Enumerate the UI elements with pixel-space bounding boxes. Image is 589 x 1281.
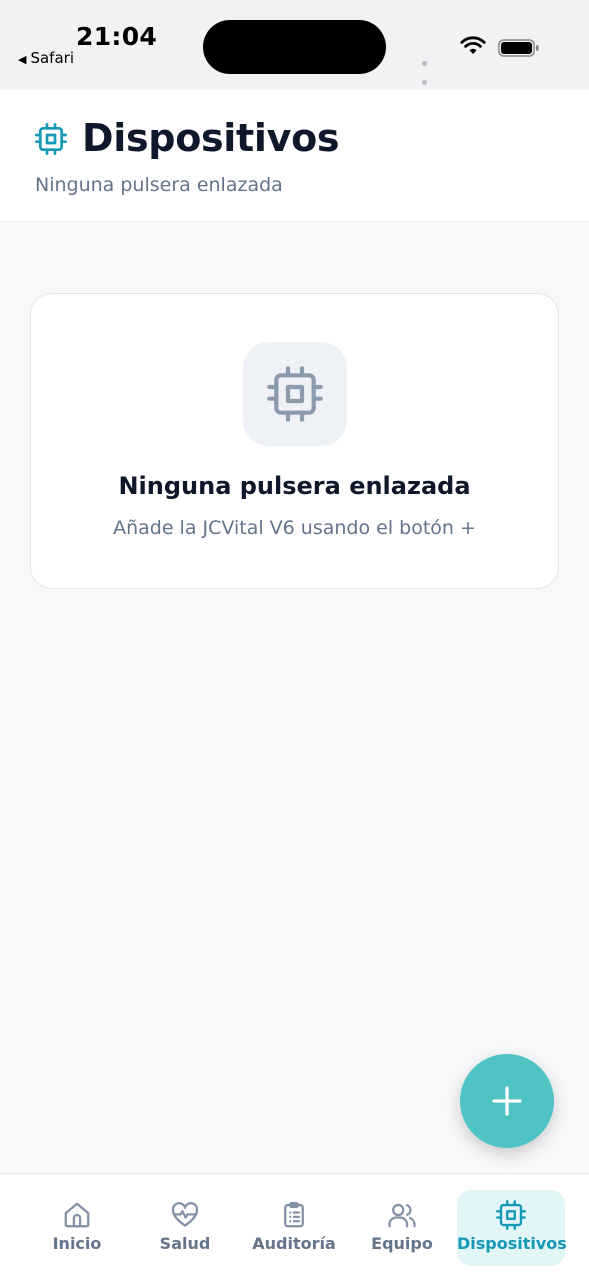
heart-pulse-icon: [171, 1202, 199, 1227]
tab-label: Salud: [159, 1234, 211, 1253]
tab-label: Inicio: [52, 1234, 102, 1253]
back-to-app-link[interactable]: ◀ Safari: [18, 49, 74, 67]
tab-label: Auditoría: [252, 1234, 336, 1253]
empty-state-icon-container: [243, 342, 347, 446]
status-bar: 21:04 ◀ Safari: [0, 0, 589, 123]
empty-state-description: Añade la JCVital V6 usando el botón +: [113, 517, 476, 539]
chip-icon: [496, 1200, 526, 1230]
page-title: Dispositivos: [82, 116, 340, 160]
chip-icon: [267, 366, 323, 422]
back-triangle-icon: ◀: [18, 53, 27, 66]
chip-icon: [35, 123, 67, 155]
status-time: 21:04: [76, 22, 158, 51]
plus-icon: [492, 1086, 522, 1116]
empty-state-card: Ninguna pulsera enlazada Añade la JCVita…: [30, 293, 559, 589]
tab-label: Dispositivos: [457, 1234, 567, 1253]
wifi-icon: [460, 36, 486, 54]
tab-auditoria[interactable]: Auditoría: [240, 1190, 348, 1266]
home-icon: [64, 1202, 90, 1228]
tab-inicio[interactable]: Inicio: [23, 1190, 131, 1266]
page-subtitle: Ninguna pulsera enlazada: [35, 174, 283, 196]
empty-state-title: Ninguna pulsera enlazada: [118, 472, 471, 500]
back-app-label: Safari: [30, 49, 74, 67]
dynamic-island: [203, 20, 386, 74]
tab-salud[interactable]: Salud: [131, 1190, 239, 1266]
battery-icon: [498, 39, 539, 57]
users-icon: [388, 1203, 416, 1228]
clipboard-list-icon: [284, 1202, 304, 1228]
tab-label: Equipo: [371, 1234, 433, 1253]
tab-equipo[interactable]: Equipo: [348, 1190, 456, 1266]
page-header: Dispositivos Ninguna pulsera enlazada: [0, 90, 589, 222]
bottom-tab-bar: Inicio Salud Auditoría Equipo Dispositiv…: [0, 1173, 589, 1281]
tab-dispositivos[interactable]: Dispositivos: [457, 1190, 567, 1266]
add-device-button[interactable]: [460, 1054, 554, 1148]
